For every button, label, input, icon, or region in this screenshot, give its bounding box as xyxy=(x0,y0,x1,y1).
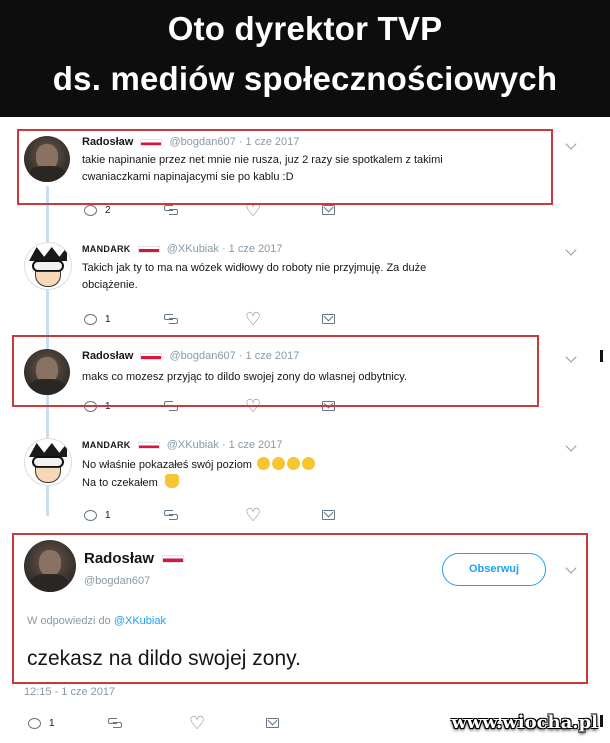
like-button[interactable] xyxy=(245,505,261,526)
main-tweet-actions: 1 xyxy=(28,713,288,734)
direct-message-button[interactable] xyxy=(322,314,335,324)
edge-artifact xyxy=(600,350,603,362)
thumbs-up-emoji-icon xyxy=(164,474,179,488)
direct-message-button[interactable] xyxy=(322,510,335,520)
highlight-frame xyxy=(12,335,539,407)
like-icon xyxy=(189,713,205,734)
like-button[interactable] xyxy=(189,713,205,734)
reply-count: 1 xyxy=(105,314,111,325)
reply-count: 1 xyxy=(49,718,55,729)
like-icon xyxy=(245,505,261,526)
edge-artifact xyxy=(600,715,603,727)
author-handle[interactable]: @XKubiak xyxy=(167,243,219,255)
laughing-emoji-icon xyxy=(287,457,301,470)
chevron-down-icon[interactable] xyxy=(565,351,577,363)
retweet-icon xyxy=(164,205,178,215)
avatar[interactable] xyxy=(24,438,72,486)
direct-message-button[interactable] xyxy=(266,718,279,728)
watermark: www.wiocha.pl xyxy=(451,712,598,733)
tweet-meta: MANDARK @XKubiak · 1 cze 2017 xyxy=(82,439,283,451)
chevron-down-icon[interactable] xyxy=(565,244,577,256)
highlight-frame xyxy=(12,533,588,684)
tweet-text-line: No właśnie pokazałeś swój poziom xyxy=(82,457,316,474)
reply-button[interactable]: 1 xyxy=(28,718,55,729)
retweet-icon xyxy=(164,510,178,520)
reply-icon xyxy=(84,314,97,325)
chevron-down-icon[interactable] xyxy=(565,138,577,150)
laughing-emoji-icon xyxy=(302,457,316,470)
meme-header: Oto dyrektor TVP ds. mediów społeczności… xyxy=(0,0,610,117)
retweet-button[interactable] xyxy=(164,314,178,324)
tweet-actions: 2 xyxy=(84,200,344,221)
retweet-icon xyxy=(108,718,122,728)
tweet-timestamp[interactable]: 12:15 - 1 cze 2017 xyxy=(24,686,115,698)
tweet-actions: 1 xyxy=(84,505,344,526)
tweet-text-line: Takich jak ty to ma na wózek widłowy do … xyxy=(82,262,427,274)
header-line-1: Oto dyrektor TVP xyxy=(167,10,443,47)
reply-icon xyxy=(84,205,97,216)
retweet-button[interactable] xyxy=(164,510,178,520)
poland-flag-icon xyxy=(137,245,160,253)
retweet-icon xyxy=(164,314,178,324)
direct-message-icon xyxy=(266,718,279,728)
retweet-button[interactable] xyxy=(108,718,122,728)
reply-count: 2 xyxy=(105,205,111,216)
retweet-button[interactable] xyxy=(164,205,178,215)
poland-flag-icon xyxy=(137,441,160,449)
reply-button[interactable]: 2 xyxy=(84,205,111,216)
reply-button[interactable]: 1 xyxy=(84,314,111,325)
laughing-emoji-icon xyxy=(257,457,271,470)
tweet-actions: 1 xyxy=(84,309,344,330)
tweet-text-part: Na to czekałem xyxy=(82,477,158,489)
tweet-date[interactable]: 1 cze 2017 xyxy=(229,439,283,451)
like-icon xyxy=(245,309,261,330)
tweet-meta: MANDARK @XKubiak · 1 cze 2017 xyxy=(82,243,283,255)
like-button[interactable] xyxy=(245,200,261,221)
tweet-date[interactable]: 1 cze 2017 xyxy=(229,243,283,255)
reply-icon xyxy=(84,510,97,521)
direct-message-icon xyxy=(322,205,335,215)
tweet-text-line: obciążenie. xyxy=(82,279,138,291)
direct-message-icon xyxy=(322,510,335,520)
tweet-text-part: No właśnie pokazałeś swój poziom xyxy=(82,459,252,471)
chevron-down-icon[interactable] xyxy=(565,440,577,452)
reply-icon xyxy=(28,718,41,729)
direct-message-icon xyxy=(322,314,335,324)
reply-count: 1 xyxy=(105,510,111,521)
highlight-frame xyxy=(17,129,553,205)
author-name[interactable]: MANDARK xyxy=(82,440,131,450)
like-icon xyxy=(245,200,261,221)
header-line-2: ds. mediów społecznościowych xyxy=(52,60,558,97)
laughing-emoji-icon xyxy=(272,457,286,470)
tweet-text: No właśnie pokazałeś swój poziom Na to c… xyxy=(82,457,316,492)
author-handle[interactable]: @XKubiak xyxy=(167,439,219,451)
tweet-text: Takich jak ty to ma na wózek widłowy do … xyxy=(82,260,426,294)
tweet-text-line: Na to czekałem xyxy=(82,474,315,492)
author-name[interactable]: MANDARK xyxy=(82,244,131,254)
like-button[interactable] xyxy=(245,309,261,330)
reply-button[interactable]: 1 xyxy=(84,510,111,521)
avatar[interactable] xyxy=(24,242,72,290)
direct-message-button[interactable] xyxy=(322,205,335,215)
